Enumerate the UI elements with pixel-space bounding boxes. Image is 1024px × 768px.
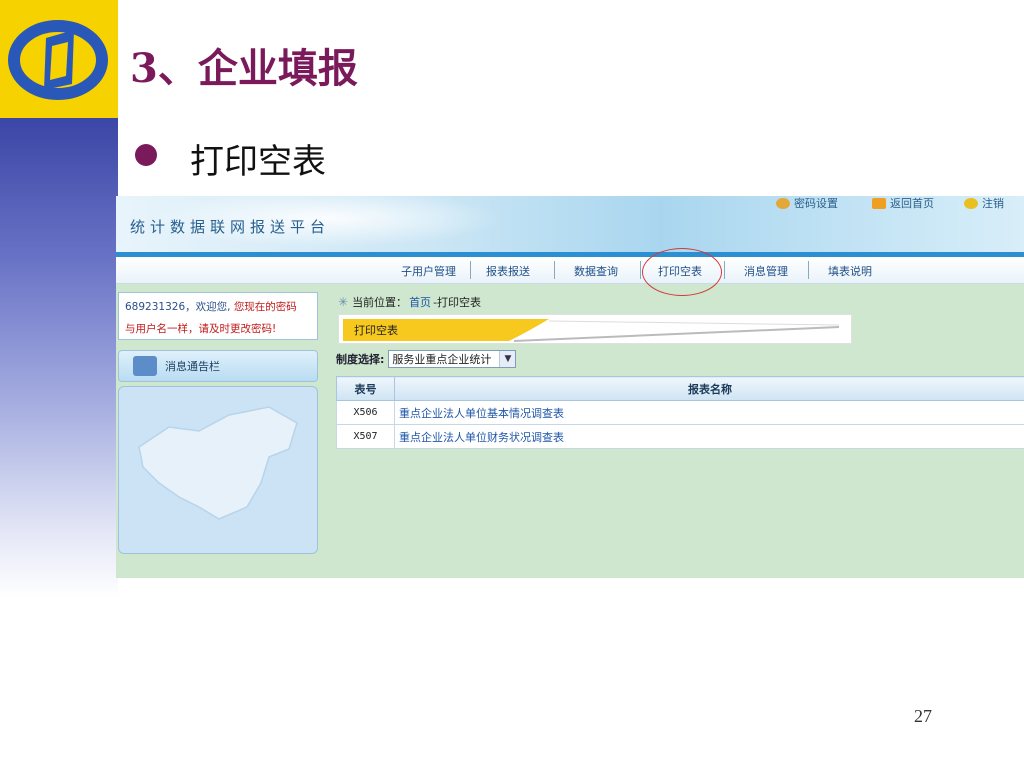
embedded-screenshot: 统计数据联网报送平台 密码设置 返回首页 注销 子用户管理 报表报送 数据查询 … — [116, 196, 1024, 578]
home-link[interactable]: 返回首页 — [872, 196, 934, 210]
home-label: 返回首页 — [890, 197, 934, 210]
nav-separator — [470, 261, 471, 279]
star-icon: ✳ — [338, 295, 349, 309]
nav-data-query[interactable]: 数据查询 — [574, 263, 618, 279]
system-select-row: 制度选择: 服务业重点企业统计 ▼ — [336, 350, 517, 368]
location-label: 当前位置： — [352, 296, 408, 309]
nav-separator — [554, 261, 555, 279]
key-icon — [776, 197, 790, 209]
tab-strip: 打印空表 — [338, 314, 852, 344]
report-code: X506 — [336, 400, 395, 425]
password-settings-label: 密码设置 — [794, 197, 838, 210]
logout-label: 注销 — [982, 197, 1004, 210]
nav-separator — [724, 261, 725, 279]
logout-link[interactable]: 注销 — [964, 196, 1004, 210]
notice-icon — [133, 356, 157, 376]
highlight-circle — [642, 248, 722, 296]
logo — [0, 0, 118, 118]
nav-subuser[interactable]: 子用户管理 — [401, 263, 456, 279]
nav-fill-guide[interactable]: 填表说明 — [828, 263, 872, 279]
page-number: 27 — [914, 706, 932, 726]
system-select-value: 服务业重点企业统计 — [392, 353, 492, 366]
notice-board-header[interactable]: 消息通告栏 — [118, 350, 318, 382]
table-row: X507 重点企业法人单位财务状况调查表 — [336, 424, 1024, 449]
column-header-name: 报表名称 — [394, 376, 1024, 401]
welcome-message: 689231326，欢迎您, 您现在的密码 与用户名一样，请及时更改密码! — [118, 292, 318, 340]
breadcrumb: ✳ 当前位置： 首页 -打印空表 — [338, 294, 481, 310]
nav-separator — [808, 261, 809, 279]
info-icon — [964, 197, 978, 209]
nav-report-submit[interactable]: 报表报送 — [486, 263, 530, 279]
report-code: X507 — [336, 424, 395, 449]
main-nav: 子用户管理 报表报送 数据查询 打印空表 消息管理 填表说明 — [116, 257, 1024, 284]
china-map — [118, 386, 318, 554]
table-header-row: 表号 报表名称 — [336, 376, 1024, 401]
platform-title: 统计数据联网报送平台 — [130, 218, 331, 236]
welcome-text: ，欢迎您, — [185, 301, 231, 313]
decorative-side-bar — [0, 118, 118, 598]
system-select-label: 制度选择: — [336, 353, 385, 366]
slide-title: 3、企业填报 — [130, 45, 358, 92]
bullet-text: 打印空表 — [190, 142, 326, 182]
chevron-down-icon[interactable]: ▼ — [499, 351, 516, 367]
notice-board-title: 消息通告栏 — [165, 360, 220, 373]
table-row: X506 重点企业法人单位基本情况调查表 — [336, 400, 1024, 425]
report-table: 表号 报表名称 X506 重点企业法人单位基本情况调查表 X507 重点企业法人… — [336, 376, 1024, 449]
password-warning-1: 您现在的密码 — [233, 301, 297, 313]
report-name-link[interactable]: 重点企业法人单位基本情况调查表 — [394, 400, 1024, 425]
password-warning-2: 与用户名一样，请及时更改密码! — [125, 323, 277, 335]
bullet-icon — [135, 144, 157, 166]
nav-messages[interactable]: 消息管理 — [744, 263, 788, 279]
breadcrumb-current: -打印空表 — [433, 296, 482, 309]
nav-separator — [640, 261, 641, 279]
platform-header: 统计数据联网报送平台 密码设置 返回首页 注销 — [116, 196, 1024, 252]
column-header-code: 表号 — [336, 376, 395, 401]
breadcrumb-home[interactable]: 首页 — [409, 294, 431, 310]
home-icon — [872, 197, 886, 209]
tab-print-blank[interactable]: 打印空表 — [343, 319, 409, 341]
user-id: 689231326 — [125, 301, 186, 313]
password-settings-link[interactable]: 密码设置 — [776, 196, 838, 210]
system-select[interactable]: 服务业重点企业统计 ▼ — [388, 350, 517, 368]
report-name-link[interactable]: 重点企业法人单位财务状况调查表 — [394, 424, 1024, 449]
